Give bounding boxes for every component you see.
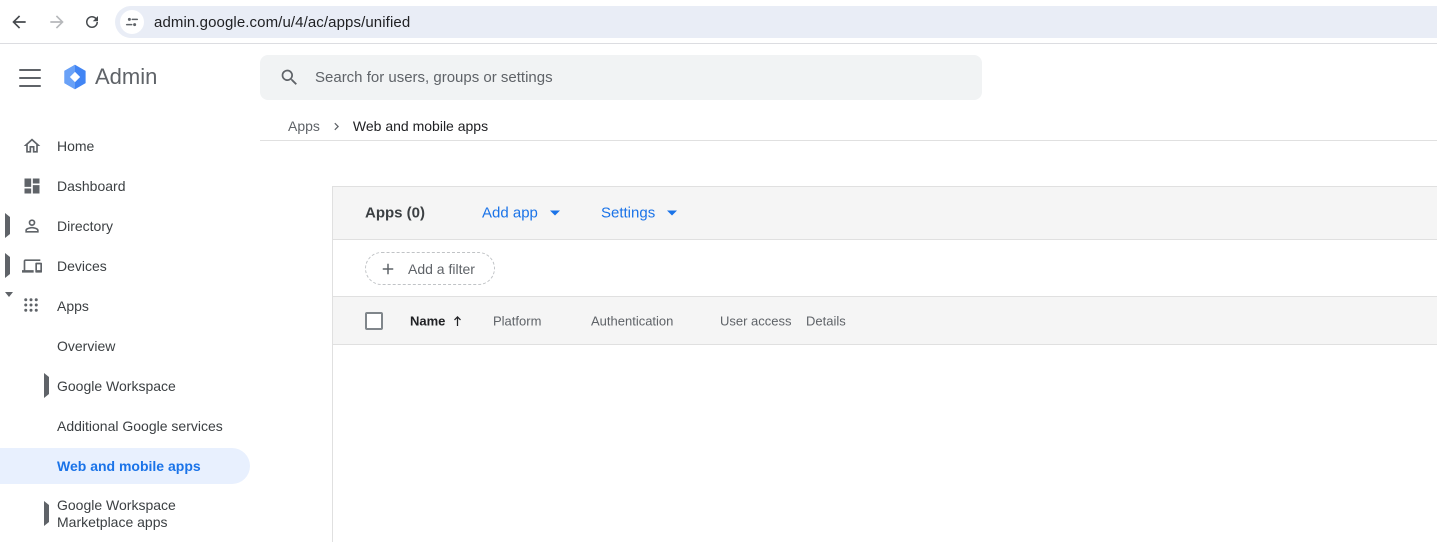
- browser-back-icon[interactable]: [8, 11, 30, 33]
- chevron-down-icon: [667, 211, 677, 216]
- sidebar-item-web-and-mobile-apps[interactable]: Web and mobile apps: [0, 448, 250, 484]
- main-menu-icon[interactable]: [19, 69, 41, 87]
- sidebar-item-devices[interactable]: Devices: [0, 246, 250, 286]
- table-header-row: Name Platform Authentication User access…: [333, 297, 1437, 345]
- url-text: admin.google.com/u/4/ac/apps/unified: [154, 14, 410, 31]
- sidebar-item-home[interactable]: Home: [0, 126, 250, 166]
- chevron-down-icon: [550, 211, 560, 216]
- sidebar-item-label: Google Workspace Marketplace apps: [57, 497, 197, 531]
- plus-icon: [379, 260, 397, 278]
- sidebar-item-apps[interactable]: Apps: [0, 286, 250, 326]
- sidebar-item-dashboard[interactable]: Dashboard: [0, 166, 250, 206]
- breadcrumb: Apps Web and mobile apps: [288, 117, 488, 135]
- column-header-user-access[interactable]: User access: [720, 313, 792, 328]
- sidebar-item-label: Dashboard: [57, 178, 126, 195]
- apps-grid-icon: [22, 296, 42, 316]
- product-name: Admin: [95, 64, 157, 90]
- dashboard-icon: [22, 176, 42, 196]
- browser-toolbar: admin.google.com/u/4/ac/apps/unified: [0, 0, 1437, 44]
- sidebar-item-label: Google Workspace: [57, 378, 176, 395]
- column-header-name[interactable]: Name: [410, 313, 445, 328]
- breadcrumb-apps-link[interactable]: Apps: [288, 118, 320, 134]
- sidebar-item-label: Home: [57, 138, 94, 155]
- sidebar-item-label: Directory: [57, 218, 113, 235]
- select-all-checkbox[interactable]: [365, 312, 383, 330]
- sidebar-item-label: Overview: [57, 338, 115, 355]
- browser-reload-icon[interactable]: [81, 11, 103, 33]
- browser-forward-icon[interactable]: [46, 11, 68, 33]
- sidebar-item-additional-google-services[interactable]: Additional Google services: [0, 406, 250, 446]
- header-divider: [260, 140, 1437, 141]
- sidebar-item-label: Devices: [57, 258, 107, 275]
- sidebar-item-label: Additional Google services: [57, 418, 223, 435]
- add-filter-button[interactable]: Add a filter: [365, 252, 495, 285]
- sidebar-item-label: Apps: [57, 298, 89, 315]
- column-header-authentication[interactable]: Authentication: [591, 313, 673, 328]
- sidebar-item-directory[interactable]: Directory: [0, 206, 250, 246]
- directory-person-icon: [22, 216, 42, 236]
- filter-bar: Add a filter: [333, 240, 1437, 297]
- google-admin-logo[interactable]: [61, 63, 89, 91]
- expand-right-icon[interactable]: [44, 377, 49, 395]
- apps-toolbar: Apps (0) Add app Settings: [333, 187, 1437, 240]
- sidebar-item-overview[interactable]: Overview: [0, 326, 250, 366]
- settings-button[interactable]: Settings: [601, 205, 677, 222]
- table-body-empty: [333, 345, 1437, 542]
- search-icon: [279, 67, 300, 88]
- column-header-details[interactable]: Details: [806, 313, 846, 328]
- sidebar-nav: Home Dashboard Directory Devices Apps: [0, 126, 250, 542]
- address-bar[interactable]: admin.google.com/u/4/ac/apps/unified: [115, 6, 1437, 38]
- devices-icon: [22, 256, 42, 276]
- sort-ascending-icon[interactable]: [450, 313, 465, 328]
- sidebar-item-gw-marketplace-apps[interactable]: Google Workspace Marketplace apps: [0, 486, 250, 542]
- expand-right-icon[interactable]: [5, 257, 10, 275]
- add-app-button[interactable]: Add app: [482, 205, 560, 222]
- search-input[interactable]: [315, 69, 915, 86]
- apps-count-title: Apps (0): [365, 205, 425, 222]
- apps-table-panel: Apps (0) Add app Settings Add a filter N…: [332, 186, 1437, 542]
- admin-search-bar[interactable]: [260, 55, 982, 100]
- column-header-platform[interactable]: Platform: [493, 313, 541, 328]
- chevron-right-icon: [329, 119, 344, 134]
- sidebar-item-google-workspace[interactable]: Google Workspace: [0, 366, 250, 406]
- expand-right-icon[interactable]: [44, 505, 49, 523]
- home-icon: [22, 136, 42, 156]
- expand-down-icon[interactable]: [5, 297, 13, 315]
- breadcrumb-current-page: Web and mobile apps: [353, 118, 488, 134]
- sidebar-item-label: Web and mobile apps: [57, 458, 201, 475]
- site-settings-icon[interactable]: [120, 10, 144, 34]
- expand-right-icon[interactable]: [5, 217, 10, 235]
